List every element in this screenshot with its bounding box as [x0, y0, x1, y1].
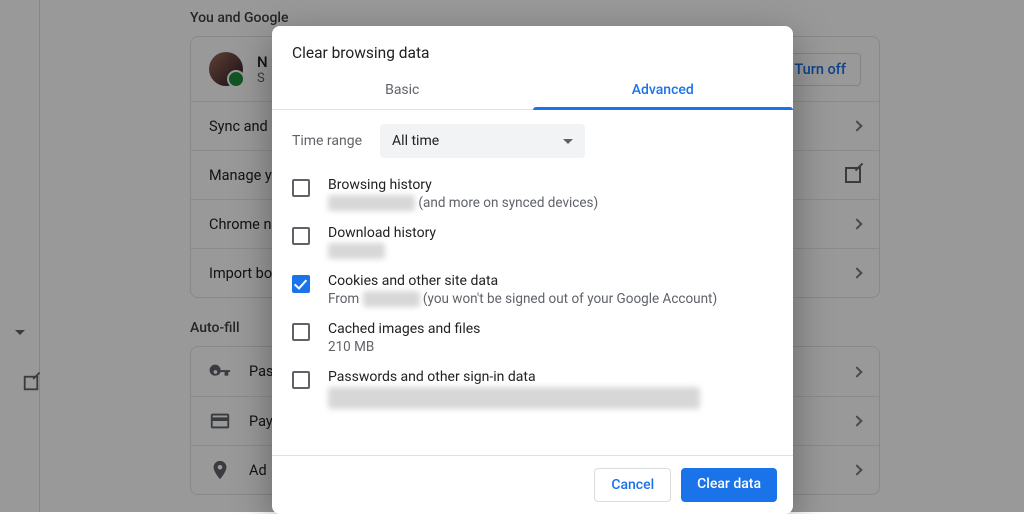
time-range-label: Time range [292, 133, 362, 149]
item-sub: (and more on synced devices) [415, 195, 598, 211]
checkbox-cached[interactable] [292, 323, 310, 341]
item-title: Cached images and files [328, 321, 480, 337]
redacted-text: xxx xxxxxxxx xxx xxxxxxxxxxxx xxx xxxxx … [328, 387, 700, 409]
cancel-button[interactable]: Cancel [594, 468, 671, 502]
item-download-history: Download history xxxx xxxx [292, 218, 773, 266]
chevron-down-icon [563, 139, 573, 144]
clear-browsing-data-dialog: Clear browsing data Basic Advanced Time … [272, 26, 793, 514]
time-range-row: Time range All time [272, 110, 793, 170]
item-title: Download history [328, 225, 436, 241]
checkbox-browsing-history[interactable] [292, 179, 310, 197]
tab-basic[interactable]: Basic [272, 76, 533, 109]
checkbox-list: Browsing history xxxx xxxx xxxx (and mor… [272, 170, 793, 455]
redacted-text: xxxx xxxx [328, 243, 385, 259]
dialog-title: Clear browsing data [272, 26, 793, 76]
item-sub: 210 MB [328, 339, 480, 355]
redacted-text: xxxx xxxx [363, 291, 420, 307]
tab-advanced[interactable]: Advanced [533, 76, 794, 109]
item-cached: Cached images and files 210 MB [292, 314, 773, 362]
item-title: Browsing history [328, 177, 598, 193]
checkbox-download-history[interactable] [292, 227, 310, 245]
item-browsing-history: Browsing history xxxx xxxx xxxx (and mor… [292, 170, 773, 218]
time-range-select[interactable]: All time [380, 124, 585, 158]
redacted-text: xxxx xxxx xxxx [328, 195, 415, 211]
time-range-value: All time [392, 133, 439, 149]
item-passwords: Passwords and other sign-in data xxx xxx… [292, 362, 773, 416]
item-sub: (you won't be signed out of your Google … [420, 291, 718, 307]
dialog-tabs: Basic Advanced [272, 76, 793, 110]
item-cookies: Cookies and other site data From xxxx xx… [292, 266, 773, 314]
dialog-footer: Cancel Clear data [272, 455, 793, 514]
checkbox-cookies[interactable] [292, 275, 310, 293]
checkbox-passwords[interactable] [292, 371, 310, 389]
item-title: Passwords and other sign-in data [328, 369, 700, 385]
item-title: Cookies and other site data [328, 273, 717, 289]
clear-data-button[interactable]: Clear data [681, 468, 777, 502]
